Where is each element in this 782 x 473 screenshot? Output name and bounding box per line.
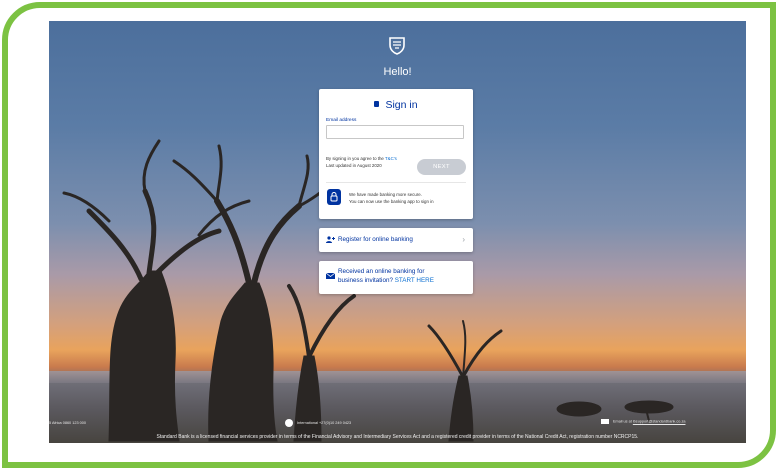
secure-lock-icon bbox=[327, 189, 341, 205]
register-online-banking-button[interactable]: Register for online banking › bbox=[319, 228, 473, 252]
secure-line-1: We have made banking more secure. bbox=[349, 192, 422, 197]
business-line-2: business invitation? bbox=[338, 277, 393, 284]
email-field[interactable] bbox=[326, 125, 464, 139]
email-label: Email address bbox=[326, 118, 357, 123]
start-here-link[interactable]: START HERE bbox=[395, 277, 434, 284]
terms-text: By signing in you agree to the T&C's Las… bbox=[326, 155, 397, 169]
footer-phone: 5 Africa 0860 123 000 bbox=[49, 421, 86, 425]
footer-international: International +27(0)10 249 0423 bbox=[285, 419, 351, 427]
signin-card: Sign in Email address By signing in you … bbox=[319, 89, 473, 219]
signin-title: Sign in bbox=[319, 99, 473, 111]
next-button[interactable]: NEXT bbox=[417, 159, 466, 175]
business-line-1: Received an online banking for bbox=[338, 268, 425, 275]
business-invitation-text: Received an online banking for business … bbox=[338, 267, 468, 285]
international-number: International +27(0)10 249 0423 bbox=[297, 421, 352, 425]
terms-prefix: By signing in you agree to the bbox=[326, 156, 384, 161]
lock-icon bbox=[374, 101, 380, 107]
standard-bank-shield-icon bbox=[389, 37, 405, 55]
terms-link[interactable]: T&C's bbox=[385, 156, 397, 161]
signin-title-text: Sign in bbox=[385, 99, 418, 111]
secure-line-2: You can now use the banking app to sign … bbox=[349, 199, 434, 204]
background-scene: Hello! Sign in Email address By signing … bbox=[49, 21, 746, 443]
register-label: Register for online banking bbox=[338, 236, 413, 243]
chevron-right-icon: › bbox=[462, 235, 465, 244]
secure-message: We have made banking more secure. You ca… bbox=[349, 191, 434, 205]
divider bbox=[326, 182, 466, 183]
business-invitation-card[interactable]: Received an online banking for business … bbox=[319, 261, 473, 294]
email-prefix: Email us at bbox=[613, 419, 632, 424]
greeting: Hello! bbox=[383, 66, 412, 78]
support-email-link[interactable]: ibsupport@standardbank.co.za bbox=[633, 420, 686, 424]
globe-icon bbox=[285, 419, 293, 427]
legal-disclaimer: Standard Bank is a licensed financial se… bbox=[156, 434, 639, 440]
terms-updated: Last updated in August 2020 bbox=[326, 163, 382, 168]
envelope-icon bbox=[326, 273, 335, 279]
footer-email: Email us at ibsupport@standardbank.co.za bbox=[601, 419, 685, 424]
mail-icon bbox=[601, 419, 609, 424]
add-user-icon bbox=[326, 236, 335, 243]
